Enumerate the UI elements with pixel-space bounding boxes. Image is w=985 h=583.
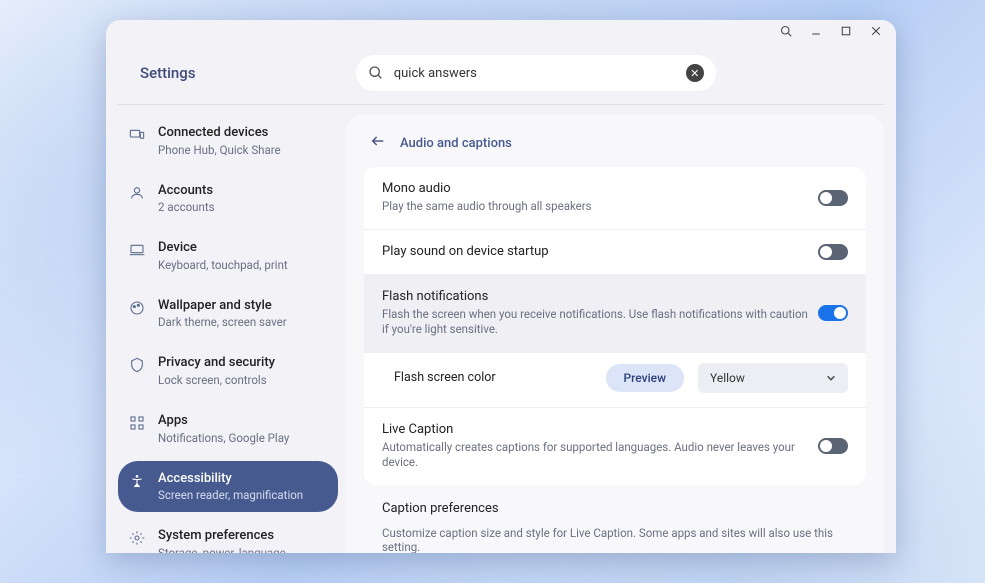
section-header: Audio and captions	[346, 133, 884, 167]
gear-icon	[128, 529, 146, 547]
mono-audio-toggle[interactable]	[818, 190, 848, 206]
sidebar-item-label: Apps	[158, 413, 289, 429]
row-desc: Flash the screen when you receive notifi…	[382, 307, 812, 338]
sidebar-item-sub: Screen reader, magnification	[158, 488, 303, 502]
header: Settings ✕	[106, 42, 896, 104]
flash-notifications-toggle[interactable]	[818, 305, 848, 321]
search-icon	[368, 65, 384, 81]
laptop-icon	[128, 241, 146, 259]
row-title: Flash notifications	[382, 289, 818, 304]
app-title: Settings	[140, 64, 196, 82]
account-icon	[128, 184, 146, 202]
row-startup-sound: Play sound on device startup	[364, 230, 866, 275]
main-panel: Audio and captions Mono audio Play the s…	[346, 115, 884, 553]
row-mono-audio: Mono audio Play the same audio through a…	[364, 167, 866, 230]
zoom-icon[interactable]	[778, 23, 794, 39]
row-title: Play sound on device startup	[382, 244, 818, 259]
sidebar-item-sub: Keyboard, touchpad, print	[158, 258, 288, 272]
close-button[interactable]	[868, 23, 884, 39]
sidebar-item-sub: Phone Hub, Quick Share	[158, 143, 281, 157]
sidebar-item-sub: Storage, power, language	[158, 546, 286, 553]
row-live-caption: Live Caption Automatically creates capti…	[364, 408, 866, 485]
maximize-button[interactable]	[838, 23, 854, 39]
select-value: Yellow	[710, 371, 745, 385]
live-caption-toggle[interactable]	[818, 438, 848, 454]
sidebar-item-accounts[interactable]: Accounts 2 accounts	[118, 173, 338, 225]
settings-card: Mono audio Play the same audio through a…	[364, 167, 866, 485]
sidebar-item-system[interactable]: System preferences Storage, power, langu…	[118, 518, 338, 553]
row-title: Mono audio	[382, 181, 818, 196]
caption-preferences-title: Caption preferences	[382, 501, 848, 516]
sidebar-item-label: Accessibility	[158, 471, 303, 487]
sidebar-item-label: Connected devices	[158, 125, 281, 141]
sidebar-item-label: System preferences	[158, 528, 286, 544]
apps-icon	[128, 414, 146, 432]
row-flash-color: Flash screen color Preview Yellow	[364, 353, 866, 408]
row-desc: Automatically creates captions for suppo…	[382, 440, 812, 471]
accessibility-icon	[128, 472, 146, 490]
row-title: Live Caption	[382, 422, 818, 437]
caption-preferences-desc: Customize caption size and style for Liv…	[382, 526, 848, 553]
search-box[interactable]: ✕	[356, 55, 716, 91]
sidebar-item-wallpaper[interactable]: Wallpaper and style Dark theme, screen s…	[118, 288, 338, 340]
sidebar-item-sub: Lock screen, controls	[158, 373, 275, 387]
sidebar-item-sub: 2 accounts	[158, 200, 215, 214]
window-titlebar	[106, 20, 896, 42]
section-title: Audio and captions	[400, 136, 512, 151]
sidebar-item-sub: Notifications, Google Play	[158, 431, 289, 445]
sidebar-item-accessibility[interactable]: Accessibility Screen reader, magnificati…	[118, 461, 338, 513]
row-flash-notifications: Flash notifications Flash the screen whe…	[364, 275, 866, 353]
flash-color-select[interactable]: Yellow	[698, 363, 848, 393]
sidebar-item-label: Privacy and security	[158, 355, 275, 371]
sidebar-item-sub: Dark theme, screen saver	[158, 315, 287, 329]
row-desc: Play the same audio through all speakers	[382, 199, 812, 215]
devices-icon	[128, 126, 146, 144]
palette-icon	[128, 299, 146, 317]
sidebar-item-label: Accounts	[158, 183, 215, 199]
chevron-down-icon	[826, 373, 836, 383]
shield-icon	[128, 356, 146, 374]
sidebar-item-label: Device	[158, 240, 288, 256]
startup-sound-toggle[interactable]	[818, 244, 848, 260]
sidebar: Connected devices Phone Hub, Quick Share…	[118, 115, 342, 553]
sidebar-item-device[interactable]: Device Keyboard, touchpad, print	[118, 230, 338, 282]
sidebar-item-connected-devices[interactable]: Connected devices Phone Hub, Quick Share	[118, 115, 338, 167]
flash-color-label: Flash screen color	[394, 370, 606, 385]
caption-preferences-block: Caption preferences Customize caption si…	[346, 495, 884, 553]
settings-window: Settings ✕ Connected devices Phone Hub, …	[106, 20, 896, 553]
clear-search-button[interactable]: ✕	[686, 64, 704, 82]
sidebar-item-label: Wallpaper and style	[158, 298, 287, 314]
preview-button[interactable]: Preview	[606, 364, 685, 392]
sidebar-item-apps[interactable]: Apps Notifications, Google Play	[118, 403, 338, 455]
search-input[interactable]	[394, 66, 676, 81]
minimize-button[interactable]	[808, 23, 824, 39]
back-button[interactable]	[370, 133, 386, 153]
sidebar-item-privacy[interactable]: Privacy and security Lock screen, contro…	[118, 345, 338, 397]
